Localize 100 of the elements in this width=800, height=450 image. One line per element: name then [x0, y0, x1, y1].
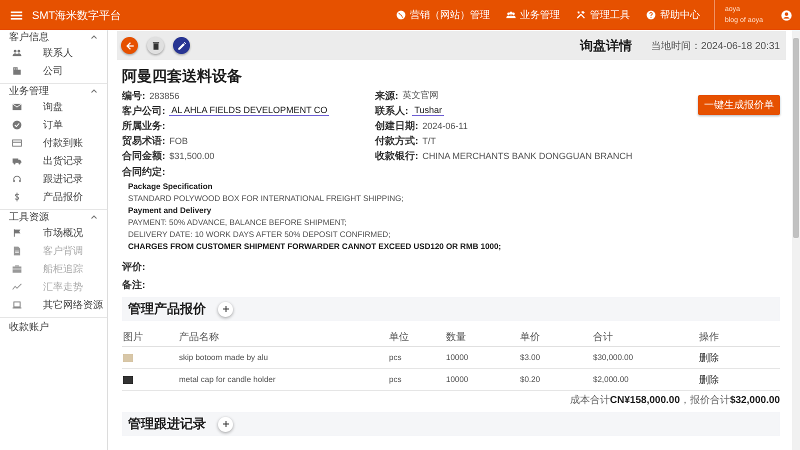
photo-placeholder: [123, 354, 133, 362]
clause-text: PAYMENT: 50% ADVANCE, BALANCE BEFORE SHIPMENT;: [128, 218, 348, 228]
plus-icon: [222, 305, 230, 313]
field-value: 2024-06-11: [422, 120, 468, 130]
card-icon: [12, 138, 22, 148]
field-value: CHINA MERCHANTS BANK DONGGUAN BRANCH: [422, 150, 632, 160]
field-label: 创建日期:: [375, 120, 418, 132]
sidebar-item[interactable]: 出货记录: [0, 152, 107, 170]
menu-icon[interactable]: [10, 8, 23, 22]
plus-icon: [222, 420, 230, 428]
people-icon: [12, 48, 22, 58]
add-button[interactable]: [218, 416, 233, 432]
field-label: 收款银行:: [375, 150, 418, 162]
delete-link[interactable]: 删除: [699, 372, 719, 386]
back-button[interactable]: [121, 37, 138, 54]
contract-label: 合同约定:: [122, 165, 166, 179]
field-label: 付款方式:: [375, 134, 418, 148]
check-circle-icon: [12, 120, 22, 130]
table-cell: pcs: [388, 346, 445, 368]
sidebar-section-header[interactable]: 业务管理: [0, 84, 107, 98]
field-value: 英文官网: [402, 89, 438, 102]
field-label: 客户公司:: [122, 104, 166, 118]
table-cell: $2,000.00: [592, 368, 698, 390]
sidebar-item[interactable]: 联系人: [0, 44, 107, 62]
table-cell: $30,000.00: [592, 346, 698, 368]
column-header: 操作: [698, 327, 780, 346]
field-label: 所属业务:: [122, 120, 166, 132]
table-cell: 10000: [445, 346, 519, 368]
photo-placeholder: [123, 376, 133, 384]
field-label: 编号:: [122, 90, 146, 102]
section-title: 管理跟进记录: [128, 415, 206, 433]
page-heading: 询盘详情: [580, 36, 632, 54]
quote-summary: 成本合计CN¥158,000.00，报价合计$32,000.00: [568, 394, 780, 407]
people-icon: [506, 10, 516, 20]
field-link[interactable]: Tushar: [412, 105, 444, 116]
column-header: 合计: [592, 327, 698, 346]
nav-item[interactable]: 管理工具: [568, 8, 638, 22]
local-time: 当地时间：2024-06-18 20:31: [651, 40, 780, 52]
inquiry-title: 阿曼四套送料设备: [122, 67, 243, 86]
delete-button[interactable]: [147, 37, 164, 54]
clause-heading: CHARGES FROM CUSTOMER SHIPMENT FORWARDER CANNOT EXCEED USD120 OR RMB 1000;: [128, 242, 502, 252]
arrow-left-icon: [124, 40, 134, 50]
sidebar-item[interactable]: 产品报价: [0, 188, 107, 206]
building-icon: [12, 66, 22, 76]
nav-item[interactable]: 营销（网站）管理: [388, 8, 498, 22]
briefcase-icon: [12, 264, 22, 274]
trend-line-icon: [12, 282, 22, 292]
sidebar-item[interactable]: 公司: [0, 62, 107, 80]
sidebar-item[interactable]: 订单: [0, 116, 107, 134]
nav-item[interactable]: 业务管理: [498, 8, 568, 22]
sidebar-item[interactable]: 跟进记录: [0, 170, 107, 188]
field-label: 联系人:: [375, 104, 408, 118]
add-button[interactable]: [218, 302, 233, 316]
field-value: FOB: [169, 136, 188, 146]
field-value: T/T: [422, 136, 436, 146]
sidebar-section-header[interactable]: 客户信息: [0, 30, 107, 44]
field-label: 贸易术语:: [122, 134, 166, 148]
sidebar-item[interactable]: 询盘: [0, 98, 107, 116]
envelope-icon: [12, 102, 22, 112]
sidebar-item[interactable]: 其它网络资源: [0, 296, 107, 314]
table-cell: skip botoom made by alu: [178, 346, 388, 368]
edit-button[interactable]: [173, 37, 190, 54]
dollar-icon: [12, 192, 22, 202]
column-header: 单价: [519, 327, 592, 346]
sidebar-item[interactable]: 市场概况: [0, 224, 107, 242]
app-title: SMT海米数字平台: [32, 8, 122, 22]
clause-text: STANDARD POLYWOOD BOX FOR INTERNATIONAL FREIGHT SHIPPING;: [128, 194, 405, 204]
column-header: 数量: [445, 327, 519, 346]
clause-heading: Package Specification: [128, 182, 214, 192]
field-value: 283856: [149, 90, 180, 100]
help-icon: [646, 10, 656, 20]
field-link[interactable]: AL AHLA FIELDS DEVELOPMENT CO: [169, 105, 330, 116]
pencil-icon: [176, 40, 186, 50]
nav-item[interactable]: 帮助中心: [638, 8, 708, 22]
field-label: 来源:: [375, 90, 398, 102]
generate-quote-button[interactable]: 一键生成报价单: [698, 95, 780, 115]
sidebar-item[interactable]: 收款账户: [0, 318, 107, 338]
table-cell: metal cap for candle holder: [178, 368, 388, 390]
clause-text: DELIVERY DATE: 10 WORK DAYS AFTER 50% DEPOSIT CONFIRMED;: [128, 230, 392, 240]
sidebar-section-header[interactable]: 工具资源: [0, 210, 107, 224]
account-icon[interactable]: [781, 10, 792, 20]
table-cell: pcs: [388, 368, 445, 390]
flag-icon: [12, 228, 22, 238]
clause-heading: Payment and Delivery: [128, 206, 212, 216]
headset-icon: [12, 174, 22, 184]
column-header: 单位: [388, 327, 445, 346]
scrollbar[interactable]: [792, 30, 800, 450]
table-cell: $0.20: [519, 368, 592, 390]
truck-icon: [12, 156, 22, 166]
trash-icon: [150, 40, 160, 50]
column-header: 产品名称: [178, 327, 388, 346]
delete-link[interactable]: 删除: [699, 350, 719, 364]
notes-label: 备注:: [122, 278, 146, 292]
section-title: 管理产品报价: [128, 300, 206, 318]
laptop-icon: [12, 300, 22, 310]
field-value: $31,500.00: [169, 150, 214, 160]
field-label: 合同金额:: [122, 149, 166, 162]
rating-label: 评价:: [122, 260, 146, 274]
sidebar-item[interactable]: 付款到账: [0, 134, 107, 152]
table-cell: $3.00: [519, 346, 592, 368]
